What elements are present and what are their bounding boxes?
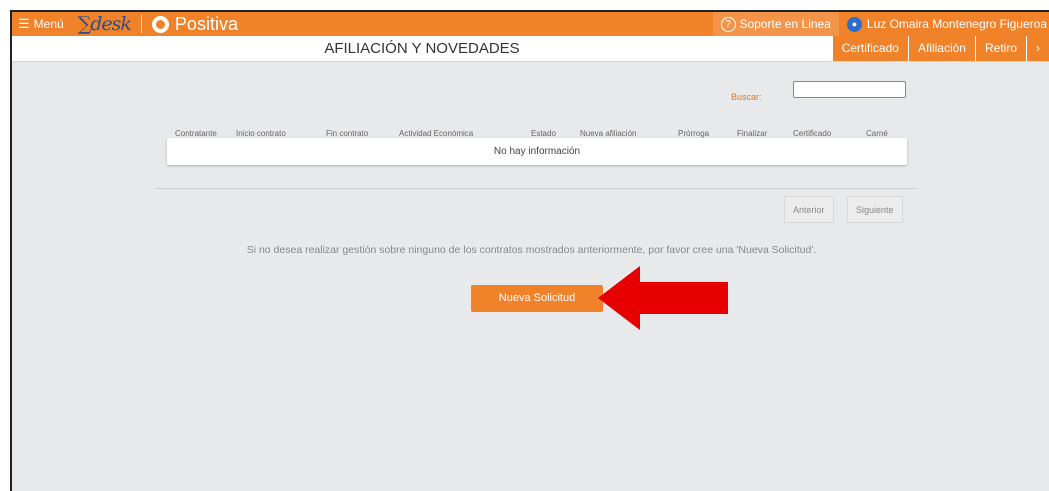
new-request-button[interactable]: Nueva Solicitud [471,285,603,312]
support-button[interactable]: ? Soporte en Linea [712,12,839,36]
next-button[interactable]: Siguiente [847,196,903,223]
top-bar: ☰ Menú ∑desk Positiva ? Soporte en Linea… [12,12,1049,36]
menu-label: Menú [33,17,64,31]
previous-button[interactable]: Anterior [784,196,834,223]
help-icon: ? [720,16,736,32]
empty-table-message: No hay información [167,138,907,165]
col-inicio-contrato[interactable]: Inicio contrato [236,129,286,138]
info-text: Si no desea realizar gestión sobre ningu… [246,244,817,256]
col-contratante[interactable]: Contratante [175,129,217,138]
title-bar: AFILIACIÓN Y NOVEDADES Certificado Afili… [12,36,1049,62]
divider [140,15,142,33]
tab-next-icon[interactable]: › [1026,36,1049,61]
support-label: Soporte en Linea [739,17,831,31]
menu-button[interactable]: ☰ Menú [12,12,72,36]
search-input[interactable] [793,81,906,98]
col-nueva-afiliacion[interactable]: Nueva afiliación [580,129,636,138]
col-fin-contrato[interactable]: Fin contrato [326,129,368,138]
page-title: AFILIACIÓN Y NOVEDADES [324,40,520,57]
user-menu[interactable]: ● Luz Omaira Montenegro Figueroa [839,12,1049,36]
brand-name: Positiva [174,13,238,34]
user-avatar-icon: ● [846,16,862,32]
red-arrow-annotation [598,266,728,330]
tab-certificado[interactable]: Certificado [831,36,908,61]
user-name: Luz Omaira Montenegro Figueroa [866,17,1047,31]
col-carne[interactable]: Carné [866,129,888,138]
search-label: Buscar: [731,92,762,102]
col-finalizar[interactable]: Finalizar [737,129,767,138]
tab-afiliacion[interactable]: Afiliación [907,36,975,61]
tab-retiro[interactable]: Retiro [974,36,1026,61]
col-prorroga[interactable]: Prórroga [678,129,709,138]
app-window: ☰ Menú ∑desk Positiva ? Soporte en Linea… [10,10,1049,491]
table-divider [156,188,917,189]
hamburger-icon: ☰ [18,16,30,31]
positiva-logo-icon [151,15,169,33]
col-certificado[interactable]: Certificado [793,129,831,138]
desk-logo: ∑desk [77,13,132,35]
col-estado[interactable]: Estado [531,129,556,138]
col-actividad-economica[interactable]: Actividad Económica [399,129,473,138]
nav-tabs: Certificado Afiliación Retiro › [831,36,1049,61]
